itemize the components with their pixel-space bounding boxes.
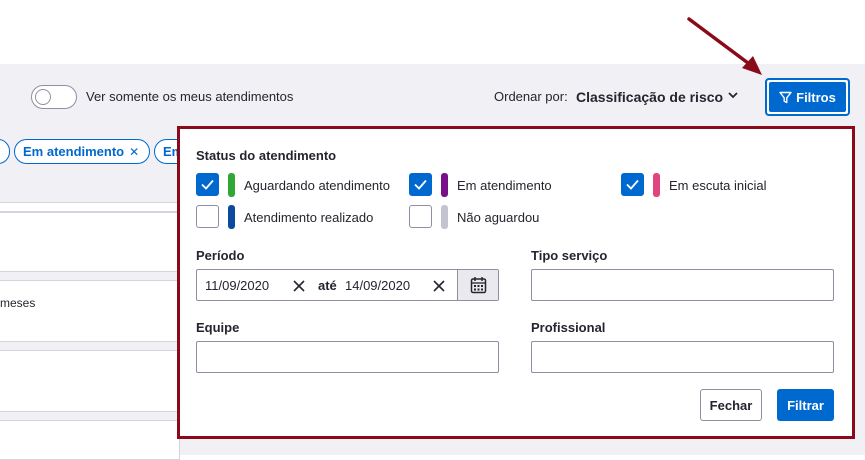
status-checkbox-escuta[interactable] xyxy=(621,173,644,196)
status-color-em-atendimento xyxy=(441,173,448,197)
check-icon xyxy=(414,179,427,190)
order-select[interactable]: Classificação de risco xyxy=(576,89,723,105)
tipo-servico-label: Tipo serviço xyxy=(531,248,608,263)
profissional-label: Profissional xyxy=(531,320,606,335)
chevron-down-icon[interactable] xyxy=(726,88,740,102)
close-icon[interactable]: ✕ xyxy=(129,145,139,159)
status-label-em-atendimento: Em atendimento xyxy=(457,178,552,193)
clear-date-from-icon[interactable] xyxy=(292,279,306,293)
clear-date-to-icon[interactable] xyxy=(432,279,446,293)
periodo-label: Período xyxy=(196,248,245,263)
annotation-arrow xyxy=(687,17,762,75)
status-title: Status do atendimento xyxy=(196,148,337,163)
check-icon xyxy=(626,179,639,190)
toggle-knob xyxy=(35,89,51,105)
close-button[interactable]: Fechar xyxy=(700,389,762,421)
my-attendances-toggle[interactable] xyxy=(31,85,77,109)
profissional-input[interactable] xyxy=(531,341,834,373)
date-range-input: 11/09/2020 até 14/09/2020 xyxy=(196,269,499,301)
filters-button-label: Filtros xyxy=(796,89,836,105)
status-color-aguardando xyxy=(228,173,235,197)
filter-icon xyxy=(779,91,792,103)
filter-chip-em-atendimento[interactable]: Em atendimento ✕ xyxy=(14,139,150,164)
status-color-nao-aguardou xyxy=(441,205,448,229)
list-item[interactable] xyxy=(0,350,180,412)
filters-button-inner: Filtros xyxy=(769,82,846,112)
status-checkbox-nao-aguardou[interactable] xyxy=(409,205,432,228)
status-checkbox-em-atendimento[interactable] xyxy=(409,173,432,196)
date-separator: até xyxy=(318,278,337,293)
calendar-button[interactable] xyxy=(457,270,498,300)
list-item[interactable] xyxy=(0,280,180,342)
list-item[interactable] xyxy=(0,212,180,272)
status-color-realizado xyxy=(228,205,235,229)
apply-filter-button[interactable]: Filtrar xyxy=(777,389,834,421)
toggle-label: Ver somente os meus atendimentos xyxy=(86,89,294,104)
status-checkbox-aguardando[interactable] xyxy=(196,173,219,196)
status-checkbox-realizado[interactable] xyxy=(196,205,219,228)
status-color-escuta xyxy=(653,173,660,197)
tipo-servico-input[interactable] xyxy=(531,269,834,301)
chip-label: Em atendimento xyxy=(23,144,125,159)
filters-button[interactable]: Filtros xyxy=(765,78,850,116)
date-from-input[interactable]: 11/09/2020 xyxy=(205,278,269,293)
list-item[interactable] xyxy=(0,420,180,460)
check-icon xyxy=(201,179,214,190)
list-item xyxy=(0,202,180,212)
status-label-nao-aguardou: Não aguardou xyxy=(457,210,540,225)
calendar-icon xyxy=(470,277,487,294)
status-label-aguardando: Aguardando atendimento xyxy=(244,178,391,193)
equipe-label: Equipe xyxy=(196,320,240,335)
equipe-input[interactable] xyxy=(196,341,499,373)
list-item-text: meses xyxy=(0,296,36,310)
status-label-realizado: Atendimento realizado xyxy=(244,210,374,225)
order-label: Ordenar por: xyxy=(494,89,568,104)
date-to-input[interactable]: 14/09/2020 xyxy=(345,278,410,293)
status-label-escuta: Em escuta inicial xyxy=(669,178,767,193)
